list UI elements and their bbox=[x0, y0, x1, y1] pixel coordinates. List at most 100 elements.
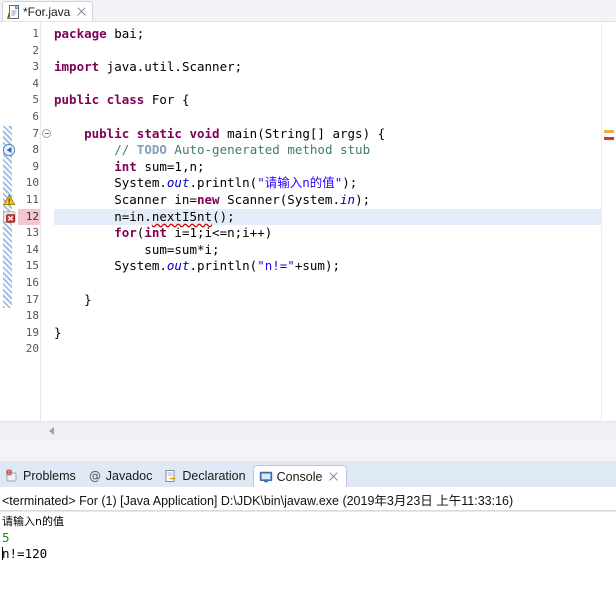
code-token: for bbox=[114, 225, 137, 241]
line-number: 12 bbox=[18, 208, 40, 226]
fold-collapse-icon[interactable] bbox=[42, 128, 51, 138]
declaration-icon bbox=[164, 469, 178, 483]
code-line[interactable] bbox=[54, 43, 598, 60]
code-token: import bbox=[54, 59, 100, 75]
code-token: // bbox=[114, 142, 137, 158]
editor-tab-title: *For.java bbox=[23, 4, 71, 19]
java-file-warning-icon bbox=[6, 4, 20, 19]
code-line[interactable]: } bbox=[54, 325, 598, 342]
code-token: System. bbox=[54, 258, 167, 274]
overview-error-mark[interactable] bbox=[604, 137, 614, 140]
code-token: ); bbox=[342, 175, 358, 191]
editor-gutter[interactable] bbox=[0, 22, 18, 440]
overview-warning-mark[interactable] bbox=[604, 130, 614, 133]
line-number: 15 bbox=[25, 259, 39, 273]
line-number: 13 bbox=[25, 226, 39, 240]
console-line: 5 bbox=[2, 530, 10, 545]
code-line[interactable]: System.out.println("n!="+sum); bbox=[54, 258, 598, 275]
error-marker[interactable] bbox=[2, 210, 17, 224]
code-token: package bbox=[54, 26, 107, 41]
eclipse-window: *For.java 1 2 3 4 5 6 7 8 9 10 11 12 13 14 15 16 17 18 19 2… bbox=[0, 0, 616, 604]
code-token: new bbox=[197, 191, 220, 207]
line-number: 2 bbox=[32, 43, 39, 57]
code-line[interactable]: int sum=1,n; bbox=[54, 159, 598, 176]
code-token: int bbox=[144, 225, 167, 241]
code-token: sum=sum*i; bbox=[54, 241, 220, 257]
code-token: out bbox=[166, 175, 190, 191]
line-number: 11 bbox=[25, 192, 39, 206]
code-line[interactable]: public class For { bbox=[54, 92, 598, 109]
console-line-text: n!=120 bbox=[2, 546, 48, 561]
tab-label: Problems bbox=[23, 469, 76, 483]
code-line[interactable] bbox=[54, 308, 598, 325]
code-token: int bbox=[114, 158, 137, 174]
line-number: 16 bbox=[25, 275, 39, 289]
code-token: "请输入n的值" bbox=[257, 175, 343, 191]
code-text[interactable]: package bai; import java.util.Scanner; p… bbox=[54, 26, 598, 358]
code-line[interactable]: for(int i=1;i<=n;i++) bbox=[54, 225, 598, 242]
code-token: } bbox=[54, 324, 62, 340]
console-output[interactable]: 请输入n的值 5 n!=120 bbox=[0, 512, 616, 604]
scroll-left-icon[interactable] bbox=[44, 423, 60, 439]
svg-text:@: @ bbox=[89, 469, 101, 483]
line-number: 19 bbox=[25, 325, 39, 339]
bottom-view-stack: Problems @ Javadoc Declaration Console <term… bbox=[0, 461, 616, 604]
line-number: 18 bbox=[25, 309, 39, 323]
code-token: sum=1,n; bbox=[136, 158, 205, 174]
code-line[interactable] bbox=[54, 275, 598, 292]
close-icon[interactable] bbox=[328, 471, 339, 482]
line-number-ruler: 1 2 3 4 5 6 7 8 9 10 11 12 13 14 15 16 17 18 19 20 bbox=[18, 26, 40, 358]
line-number: 14 bbox=[25, 242, 39, 256]
code-line[interactable]: sum=sum*i; bbox=[54, 242, 598, 259]
code-token: public class bbox=[54, 92, 145, 108]
code-line[interactable] bbox=[54, 76, 598, 93]
java-editor: *For.java 1 2 3 4 5 6 7 8 9 10 11 12 13 14 15 16 17 18 19 2… bbox=[0, 0, 616, 461]
editor-tab-for-java[interactable]: *For.java bbox=[2, 1, 94, 21]
tab-problems[interactable]: Problems bbox=[0, 465, 83, 487]
overview-ruler[interactable] bbox=[601, 22, 616, 440]
code-token: out bbox=[166, 258, 190, 274]
code-token: "n!=" bbox=[257, 258, 295, 274]
code-token: main(String[] args) { bbox=[219, 125, 386, 141]
console-icon bbox=[259, 470, 273, 484]
editor-tab-row: *For.java bbox=[0, 0, 616, 21]
code-token: } bbox=[54, 291, 92, 307]
line-number: 3 bbox=[32, 60, 39, 74]
tab-javadoc[interactable]: @ Javadoc bbox=[83, 465, 160, 487]
code-token: bai; bbox=[106, 26, 145, 41]
tab-console[interactable]: Console bbox=[252, 465, 348, 487]
code-token: (); bbox=[212, 208, 235, 224]
line-number: 8 bbox=[32, 143, 39, 157]
code-line[interactable] bbox=[54, 109, 598, 126]
console-line: n!=120 bbox=[2, 546, 616, 562]
code-line[interactable]: public static void main(String[] args) { bbox=[54, 126, 598, 143]
line-number: 5 bbox=[32, 93, 39, 107]
line-number: 4 bbox=[32, 76, 39, 90]
code-line[interactable]: // TODO Auto-generated method stub bbox=[54, 142, 598, 159]
line-number: 7 bbox=[32, 126, 39, 140]
code-line[interactable]: n=in.nextI5nt(); bbox=[54, 209, 598, 226]
tab-label: Javadoc bbox=[105, 469, 153, 483]
code-line[interactable]: System.out.println("请输入n的值"); bbox=[54, 175, 598, 192]
console-launch-status: <terminated> For (1) [Java Application] … bbox=[0, 492, 616, 511]
code-token: nextI5nt bbox=[151, 208, 213, 224]
quickfix-marker[interactable] bbox=[2, 143, 17, 157]
code-line[interactable]: Scanner in=new Scanner(System.in); bbox=[54, 192, 598, 209]
code-token: i=1;i<=n;i++) bbox=[166, 225, 273, 241]
code-line[interactable] bbox=[54, 341, 598, 358]
code-line[interactable]: import java.util.Scanner; bbox=[54, 59, 598, 76]
code-token: Auto-generated method stub bbox=[166, 142, 371, 158]
warning-marker[interactable] bbox=[2, 193, 17, 207]
editor-canvas[interactable]: 1 2 3 4 5 6 7 8 9 10 11 12 13 14 15 16 17 18 19 20 package … bbox=[0, 21, 616, 440]
tab-declaration[interactable]: Declaration bbox=[159, 465, 252, 487]
editor-horizontal-scrollbar[interactable] bbox=[0, 421, 616, 440]
code-token: public static void bbox=[84, 125, 220, 141]
code-line[interactable]: package bai; bbox=[54, 26, 598, 43]
close-icon[interactable] bbox=[76, 6, 87, 17]
code-line[interactable]: } bbox=[54, 292, 598, 309]
tab-label: Declaration bbox=[182, 469, 246, 483]
code-token: TODO bbox=[136, 142, 167, 158]
